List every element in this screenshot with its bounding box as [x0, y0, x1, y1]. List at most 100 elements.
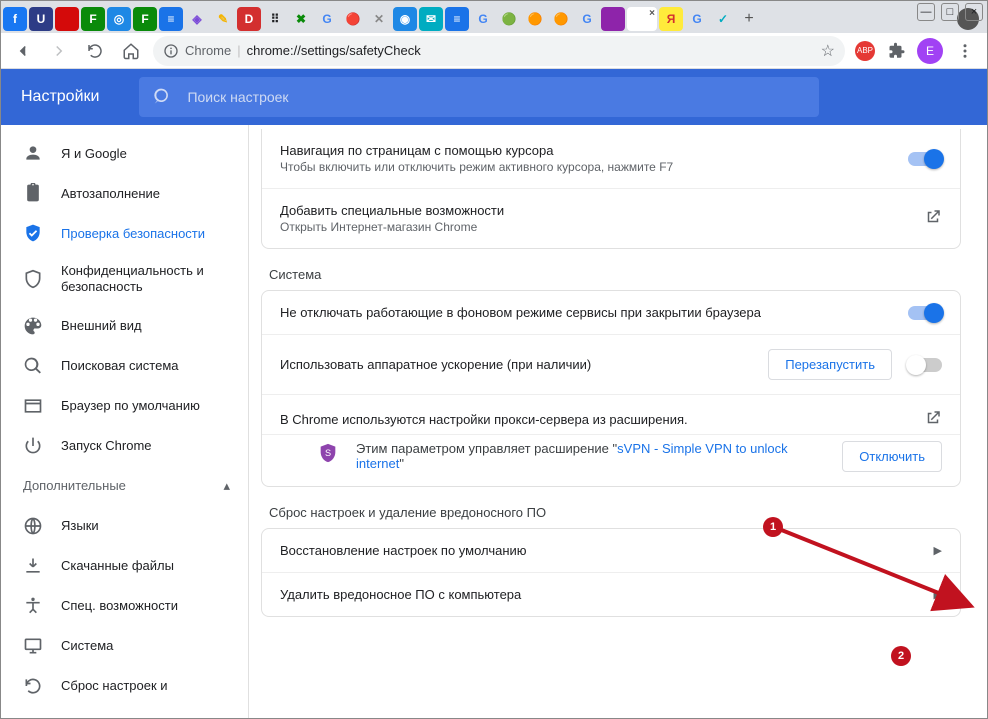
- tab-12[interactable]: ✖: [289, 7, 313, 31]
- proxy-managed-by-extension-row: S Этим параметром управляет расширение "…: [262, 434, 960, 486]
- sidebar-item-system[interactable]: Система: [1, 626, 248, 666]
- tab-16[interactable]: ◉: [393, 7, 417, 31]
- new-tab-button[interactable]: +: [737, 7, 761, 31]
- row-title: Навигация по страницам с помощью курсора: [280, 143, 892, 158]
- settings-search-box[interactable]: [139, 77, 819, 117]
- window-maximize-button[interactable]: □: [941, 3, 959, 21]
- row-title: Использовать аппаратное ускорение (при н…: [280, 357, 752, 372]
- sidebar-item-me-and-google[interactable]: Я и Google: [1, 133, 248, 173]
- restore-defaults-row[interactable]: Восстановление настроек по умолчанию ▶: [262, 529, 960, 572]
- sidebar-item-languages[interactable]: Языки: [1, 506, 248, 546]
- sidebar-item-privacy[interactable]: Конфиденциальность и безопасность: [1, 253, 248, 306]
- reload-button[interactable]: [81, 37, 109, 65]
- sidebar-item-autofill[interactable]: Автозаполнение: [1, 173, 248, 213]
- tab-22[interactable]: 🟠: [549, 7, 573, 31]
- add-accessibility-row[interactable]: Добавить специальные возможности Открыть…: [262, 188, 960, 248]
- background-apps-row: Не отключать работающие в фоновом режиме…: [262, 291, 960, 334]
- tab-5[interactable]: ◎: [107, 7, 131, 31]
- tab-3[interactable]: [55, 7, 79, 31]
- external-link-icon: [924, 409, 942, 430]
- sidebar-item-label: Автозаполнение: [61, 186, 160, 201]
- palette-icon: [23, 316, 43, 336]
- sidebar-item-label: Сброс настроек и: [61, 678, 168, 693]
- power-icon: [23, 436, 43, 456]
- sidebar-item-label: Языки: [61, 518, 99, 533]
- globe-icon: [23, 516, 43, 536]
- sidebar-item-label: Скачанные файлы: [61, 558, 174, 573]
- profile-avatar[interactable]: Е: [917, 38, 943, 64]
- hardware-accel-toggle[interactable]: [908, 358, 942, 372]
- sidebar-item-label: Спец. возможности: [61, 598, 178, 613]
- search-icon: [153, 87, 173, 107]
- tab-2[interactable]: U: [29, 7, 53, 31]
- sidebar-item-label: Запуск Chrome: [61, 438, 152, 453]
- sidebar-item-on-startup[interactable]: Запуск Chrome: [1, 426, 248, 466]
- extension-abp-icon[interactable]: ABP: [853, 39, 877, 63]
- tab-14[interactable]: 🔴: [341, 7, 365, 31]
- sidebar-item-label: Я и Google: [61, 146, 127, 161]
- tab-23[interactable]: G: [575, 7, 599, 31]
- sidebar-advanced-label: Дополнительные: [23, 478, 126, 493]
- tab-yandex[interactable]: Я: [659, 7, 683, 31]
- omnibox-scheme-label: Chrome: [185, 43, 231, 58]
- tab-active-settings[interactable]: [627, 7, 657, 31]
- browser-menu-button[interactable]: [951, 37, 979, 65]
- bookmark-star-icon[interactable]: ☆: [821, 41, 835, 61]
- managed-suffix: ": [399, 456, 404, 471]
- omnibox[interactable]: Chrome | chrome://settings/safetyCheck ☆: [153, 36, 845, 66]
- sidebar-item-search-engine[interactable]: Поисковая система: [1, 346, 248, 386]
- tab-11[interactable]: ⠿: [263, 7, 287, 31]
- search-icon: [23, 356, 43, 376]
- tab-8[interactable]: ◈: [185, 7, 209, 31]
- tab-facebook[interactable]: f: [3, 7, 27, 31]
- tab-26[interactable]: G: [685, 7, 709, 31]
- tab-19[interactable]: G: [471, 7, 495, 31]
- settings-title: Настройки: [21, 88, 99, 106]
- home-button[interactable]: [117, 37, 145, 65]
- extensions-puzzle-icon[interactable]: [885, 39, 909, 63]
- window-minimize-button[interactable]: —: [917, 3, 935, 21]
- sidebar-item-default-browser[interactable]: Браузер по умолчанию: [1, 386, 248, 426]
- tab-10[interactable]: D: [237, 7, 261, 31]
- sidebar-item-reset[interactable]: Сброс настроек и: [1, 666, 248, 696]
- tab-20[interactable]: 🟢: [497, 7, 521, 31]
- svg-text:S: S: [325, 448, 331, 458]
- cursor-navigation-toggle[interactable]: [908, 152, 942, 166]
- tab-7[interactable]: ≡: [159, 7, 183, 31]
- nav-back-button[interactable]: [9, 37, 37, 65]
- annotation-badge-1: 1: [763, 517, 783, 537]
- sidebar-advanced-toggle[interactable]: Дополнительные ▴: [1, 466, 248, 506]
- row-subtitle: Чтобы включить или отключить режим актив…: [280, 160, 892, 174]
- tab-18[interactable]: ≡: [445, 7, 469, 31]
- tab-17[interactable]: ✉: [419, 7, 443, 31]
- row-title: Не отключать работающие в фоновом режиме…: [280, 305, 892, 320]
- tab-21[interactable]: 🟠: [523, 7, 547, 31]
- restart-button[interactable]: Перезапустить: [768, 349, 892, 380]
- window-close-button[interactable]: ×: [965, 3, 983, 21]
- tab-9[interactable]: ✎: [211, 7, 235, 31]
- shield-outline-icon: [23, 269, 43, 289]
- tab-27[interactable]: ✓: [711, 7, 735, 31]
- nav-forward-button[interactable]: [45, 37, 73, 65]
- cleanup-computer-row[interactable]: Удалить вредоносное ПО с компьютера ▶: [262, 572, 960, 616]
- disable-extension-button[interactable]: Отключить: [842, 441, 942, 472]
- sidebar-item-safety-check[interactable]: Проверка безопасности: [1, 213, 248, 253]
- settings-sidebar: Я и Google Автозаполнение Проверка безоп…: [1, 125, 249, 718]
- sidebar-item-downloads[interactable]: Скачанные файлы: [1, 546, 248, 586]
- sidebar-item-label: Браузер по умолчанию: [61, 398, 200, 413]
- chevron-up-icon: ▴: [223, 478, 230, 494]
- svpn-extension-icon: S: [316, 441, 340, 465]
- settings-search-input[interactable]: [185, 88, 805, 106]
- sidebar-item-label: Проверка безопасности: [61, 226, 205, 241]
- download-icon: [23, 556, 43, 576]
- sidebar-item-appearance[interactable]: Внешний вид: [1, 306, 248, 346]
- tab-15[interactable]: ✕: [367, 7, 391, 31]
- sidebar-item-accessibility[interactable]: Спец. возможности: [1, 586, 248, 626]
- proxy-settings-row[interactable]: В Chrome используются настройки прокси-с…: [262, 394, 960, 434]
- tab-6[interactable]: F: [133, 7, 157, 31]
- tab-4[interactable]: F: [81, 7, 105, 31]
- row-subtitle: Открыть Интернет-магазин Chrome: [280, 220, 908, 234]
- tab-24[interactable]: [601, 7, 625, 31]
- background-apps-toggle[interactable]: [908, 306, 942, 320]
- tab-13[interactable]: G: [315, 7, 339, 31]
